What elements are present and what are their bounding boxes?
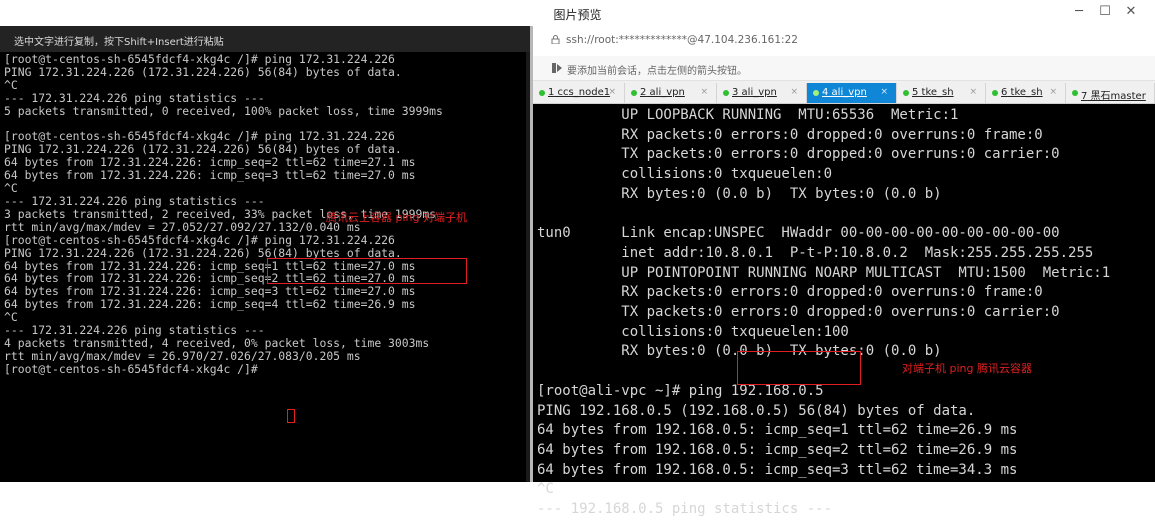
address-bar[interactable]: ssh://root:*************@47.104.236.161:… bbox=[533, 26, 1155, 57]
terminal-line: ^C bbox=[4, 77, 18, 92]
window-titlebar: 图片预览 ─ ☐ ✕ bbox=[0, 0, 1155, 27]
terminal-line: 64 bytes from 192.168.0.5: icmp_seq=1 tt… bbox=[537, 422, 1018, 439]
status-dot-icon bbox=[903, 90, 909, 96]
copy-paste-hint-bar: 选中文字进行复制，按下Shift+Insert进行粘贴 bbox=[0, 26, 530, 52]
terminal-line: [root@t-centos-sh-6545fdcf4-xkg4c /]# pi… bbox=[4, 232, 395, 247]
copy-paste-hint: 选中文字进行复制，按下Shift+Insert进行粘贴 bbox=[14, 37, 224, 48]
tab-label: 2 ali_vpn bbox=[640, 87, 685, 98]
tab-name: ccs_node1 bbox=[554, 87, 611, 98]
tab-label: 4 ali_vpn bbox=[822, 87, 867, 98]
terminal-line: 64 bytes from 192.168.0.5: icmp_seq=2 tt… bbox=[537, 441, 1018, 458]
tab-close-icon[interactable]: × bbox=[880, 87, 888, 97]
terminal-line: collisions:0 txqueuelen:0 bbox=[537, 166, 833, 183]
maximize-button[interactable]: ☐ bbox=[1092, 3, 1118, 21]
highlight-box-ping-ip bbox=[737, 351, 861, 385]
terminal-line: tun0 Link encap:UNSPEC HWaddr 00-00-00-0… bbox=[537, 225, 1060, 242]
tab-session-7[interactable]: 7 黑石master bbox=[1066, 83, 1155, 103]
tab-session-5[interactable]: 5 tke_sh × bbox=[897, 83, 986, 103]
terminal-line: inet addr:10.8.0.1 P-t-P:10.8.0.2 Mask:2… bbox=[537, 244, 1094, 261]
ssh-address[interactable]: ssh://root:*************@47.104.236.161:… bbox=[566, 34, 798, 46]
highlight-box-ping-command bbox=[267, 258, 467, 284]
terminal-line: --- 172.31.224.226 ping statistics --- bbox=[4, 193, 265, 208]
annotation-container-ping-peer: 腾讯云上容器 ping 对端子机 bbox=[326, 211, 467, 224]
terminal-line: TX packets:0 errors:0 dropped:0 overruns… bbox=[537, 146, 1060, 163]
terminal-line: 4 packets transmitted, 4 received, 0% pa… bbox=[4, 335, 430, 350]
terminal-line: RX packets:0 errors:0 dropped:0 overruns… bbox=[537, 126, 1043, 143]
tab-label: 3 ali_vpn bbox=[732, 87, 777, 98]
terminal-line: TX packets:0 errors:0 dropped:0 overruns… bbox=[537, 304, 1060, 321]
session-hint-bar: 要添加当前会话，点击左侧的箭头按钮。 bbox=[533, 56, 1155, 81]
tab-label: 5 tke_sh bbox=[912, 87, 954, 98]
status-dot-icon bbox=[813, 90, 819, 96]
arrow-right-icon[interactable] bbox=[551, 62, 563, 74]
tab-close-icon[interactable]: × bbox=[969, 87, 977, 97]
window-title: 图片预览 bbox=[553, 8, 602, 22]
tab-name: 黑石master bbox=[1087, 91, 1146, 102]
annotation-peer-ping-container: 对端子机 ping 腾讯云容器 bbox=[902, 362, 1032, 375]
left-terminal[interactable]: 选中文字进行复制，按下Shift+Insert进行粘贴 [root@t-cent… bbox=[0, 26, 530, 482]
status-dot-icon bbox=[1072, 90, 1078, 96]
terminal-line: 64 bytes from 192.168.0.5: icmp_seq=3 tt… bbox=[537, 461, 1018, 478]
terminal-line: 64 bytes from 172.31.224.226: icmp_seq=4… bbox=[4, 297, 416, 312]
tab-session-1[interactable]: 1 ccs_node1 × bbox=[533, 83, 625, 103]
tab-label: 1 ccs_node1 bbox=[548, 87, 610, 98]
terminal-line: 5 packets transmitted, 0 received, 100% … bbox=[4, 103, 443, 118]
terminal-line: UP LOOPBACK RUNNING MTU:65536 Metric:1 bbox=[537, 107, 959, 123]
tab-session-4[interactable]: 4 ali_vpn × bbox=[807, 83, 897, 103]
tab-close-icon[interactable]: × bbox=[608, 87, 616, 97]
close-button[interactable]: ✕ bbox=[1118, 3, 1144, 21]
terminal-line: [root@t-centos-sh-6545fdcf4-xkg4c /]# pi… bbox=[4, 52, 395, 66]
status-dot-icon bbox=[631, 90, 637, 96]
lock-icon bbox=[551, 35, 560, 44]
session-tabs: 1 ccs_node1 × 2 ali_vpn × 3 ali_vpn × 4 ali_vp… bbox=[533, 81, 1155, 104]
tab-close-icon[interactable]: × bbox=[1049, 87, 1057, 97]
terminal-line: --- 172.31.224.226 ping statistics --- bbox=[4, 323, 265, 338]
tab-session-6[interactable]: 6 tke_sh × bbox=[986, 83, 1066, 103]
tab-session-3[interactable]: 3 ali_vpn × bbox=[717, 83, 807, 103]
terminal-line: collisions:0 txqueuelen:100 bbox=[537, 323, 849, 340]
terminal-cursor bbox=[287, 409, 295, 423]
tab-name: tke_sh bbox=[1007, 87, 1043, 98]
tab-name: ali_vpn bbox=[646, 87, 685, 98]
terminal-line: PING 172.31.224.226 (172.31.224.226) 56(… bbox=[4, 64, 402, 79]
terminal-line: PING 192.168.0.5 (192.168.0.5) 56(84) by… bbox=[537, 402, 976, 419]
ssh-client-pane: ssh://root:*************@47.104.236.161:… bbox=[533, 26, 1155, 517]
tab-name: ali_vpn bbox=[738, 87, 777, 98]
terminal-line: [root@t-centos-sh-6545fdcf4-xkg4c /]# bbox=[4, 361, 265, 376]
tab-name: ali_vpn bbox=[828, 87, 867, 98]
status-dot-icon bbox=[992, 90, 998, 96]
ssh-terminal-output[interactable]: UP LOOPBACK RUNNING MTU:65536 Metric:1 R… bbox=[537, 106, 1155, 520]
tab-name: tke_sh bbox=[918, 87, 954, 98]
terminal-line: RX bytes:0 (0.0 b) TX bytes:0 (0.0 b) bbox=[537, 185, 942, 202]
minimize-button[interactable]: ─ bbox=[1066, 3, 1092, 21]
tab-close-icon[interactable]: × bbox=[790, 87, 798, 97]
terminal-line: --- 192.168.0.5 ping statistics --- bbox=[537, 501, 833, 518]
session-hint-text: 要添加当前会话，点击左侧的箭头按钮。 bbox=[567, 66, 747, 77]
terminal-line: 64 bytes from 172.31.224.226: icmp_seq=3… bbox=[4, 168, 416, 183]
tab-label: 7 黑石master bbox=[1081, 87, 1146, 102]
tab-session-2[interactable]: 2 ali_vpn × bbox=[625, 83, 717, 103]
tab-label: 6 tke_sh bbox=[1001, 87, 1043, 98]
terminal-line: UP POINTOPOINT RUNNING NOARP MULTICAST M… bbox=[537, 264, 1111, 281]
terminal-line: ^C bbox=[537, 481, 554, 498]
terminal-line: RX packets:0 errors:0 dropped:0 overruns… bbox=[537, 284, 1043, 301]
terminal-line: rtt min/avg/max/mdev = 26.970/27.026/27.… bbox=[4, 348, 361, 363]
status-dot-icon bbox=[723, 90, 729, 96]
terminal-line: --- 172.31.224.226 ping statistics --- bbox=[4, 90, 265, 105]
status-dot-icon bbox=[539, 90, 545, 96]
tab-close-icon[interactable]: × bbox=[700, 87, 708, 97]
